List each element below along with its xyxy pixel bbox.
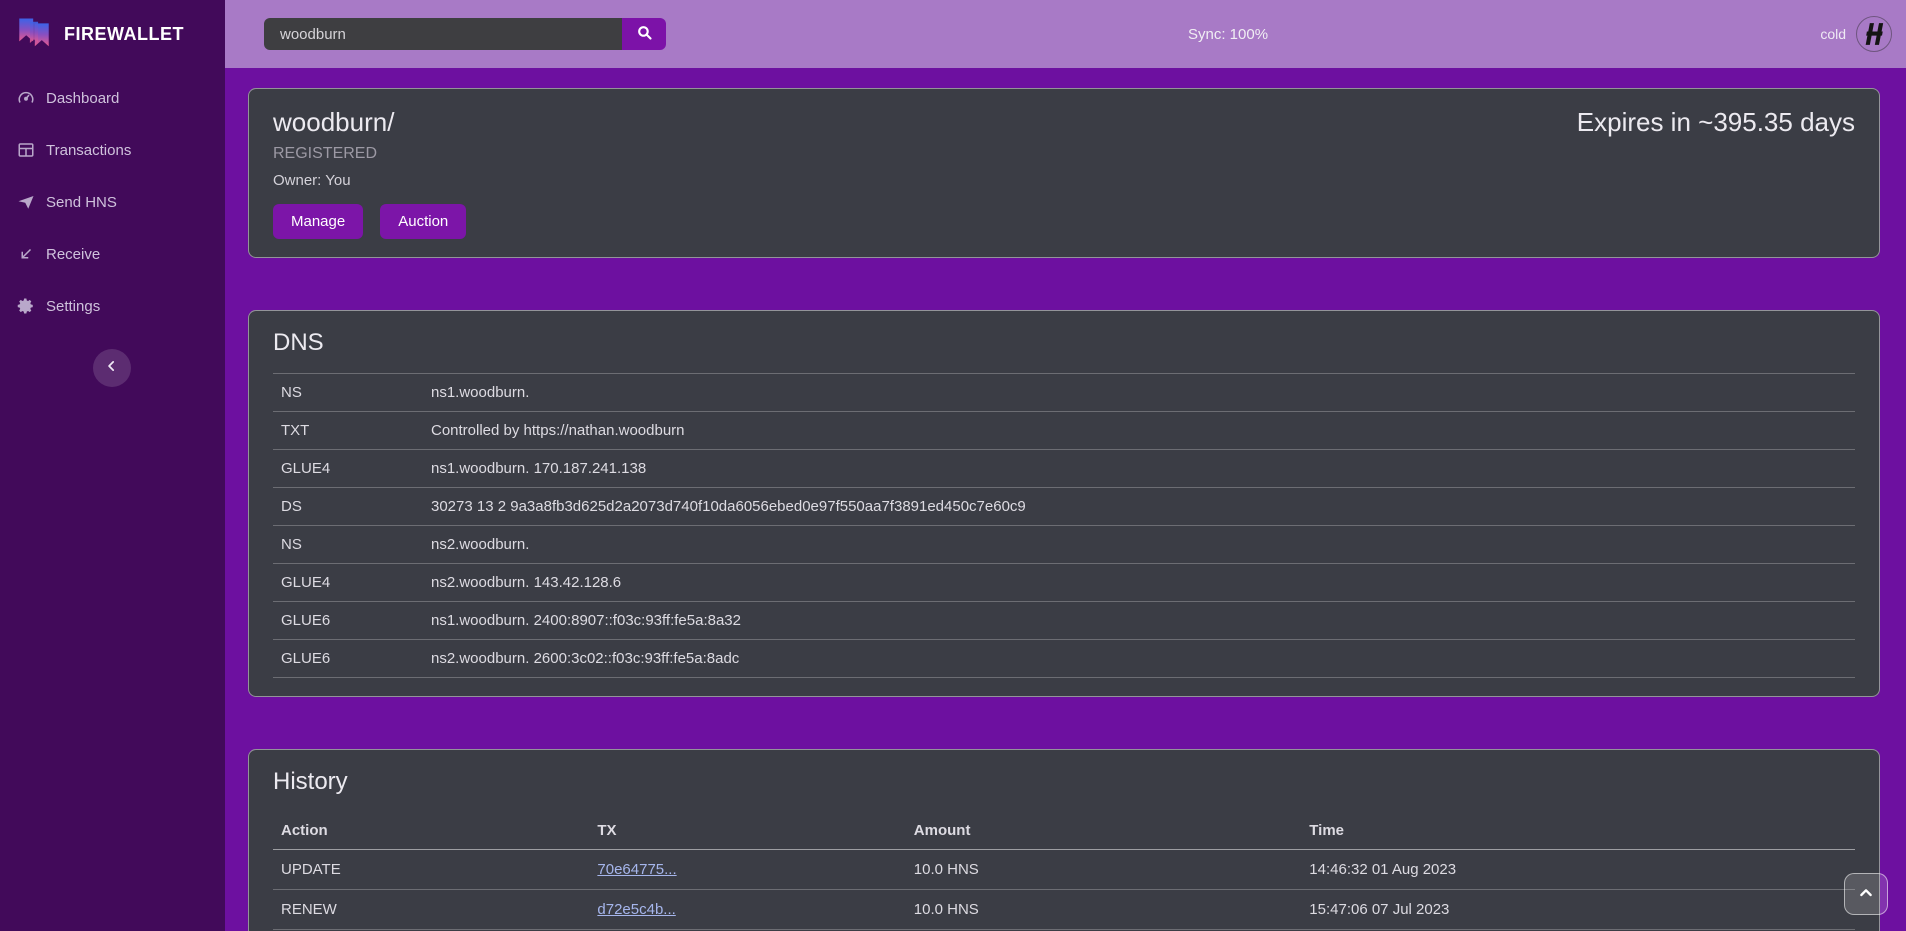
dns-record-row: GLUE4 ns1.woodburn. 170.187.241.138 — [273, 450, 1855, 488]
dns-record-type: NS — [273, 526, 423, 564]
history-header-row: Action TX Amount Time — [273, 812, 1855, 850]
dns-record-row: DS 30273 13 2 9a3a8fb3d625d2a2073d740f10… — [273, 488, 1855, 526]
domain-card: woodburn/ REGISTERED Owner: You Manage A… — [248, 88, 1880, 258]
dns-record-value: ns2.woodburn. — [423, 526, 1855, 564]
sidebar-item-label: Send HNS — [46, 194, 117, 211]
tx-link[interactable]: d72e5c4b... — [597, 901, 675, 918]
sidebar-item-label: Transactions — [46, 142, 131, 159]
dns-record-type: GLUE6 — [273, 640, 423, 678]
sidebar-collapse-button[interactable] — [93, 349, 131, 387]
sidebar-item-settings[interactable]: Settings — [0, 280, 225, 332]
dns-record-type: NS — [273, 374, 423, 412]
dns-record-row: TXT Controlled by https://nathan.woodbur… — [273, 412, 1855, 450]
dns-record-value: ns2.woodburn. 2600:3c02::f03c:93ff:fe5a:… — [423, 640, 1855, 678]
domain-owner: Owner: You — [273, 172, 466, 189]
domain-card-left: woodburn/ REGISTERED Owner: You Manage A… — [273, 107, 466, 239]
history-action: UPDATE — [273, 850, 589, 890]
chevron-left-icon — [105, 358, 119, 378]
dns-record-type: TXT — [273, 412, 423, 450]
domain-actions: Manage Auction — [273, 204, 466, 239]
search-group — [264, 18, 666, 50]
dns-record-row: NS ns1.woodburn. — [273, 374, 1855, 412]
dns-record-value: Controlled by https://nathan.woodburn — [423, 412, 1855, 450]
dns-card: DNS NS ns1.woodburn. TXT Controlled by h… — [248, 310, 1880, 697]
search-icon — [636, 24, 653, 44]
history-col-amount: Amount — [906, 812, 1302, 850]
sidebar-item-label: Dashboard — [46, 90, 119, 107]
history-amount: 10.0 HNS — [906, 850, 1302, 890]
dns-table: NS ns1.woodburn. TXT Controlled by https… — [273, 373, 1855, 678]
tx-link[interactable]: 70e64775... — [597, 861, 676, 878]
paper-plane-icon — [17, 193, 35, 211]
dns-record-type: GLUE4 — [273, 564, 423, 602]
topbar: Sync: 100% cold — [225, 0, 1906, 68]
sidebar-item-send-hns[interactable]: Send HNS — [0, 176, 225, 228]
wallet-chip: cold — [1820, 0, 1892, 68]
table-icon — [17, 141, 35, 159]
brand-name: FIREWALLET — [64, 24, 184, 45]
dns-record-value: ns1.woodburn. — [423, 374, 1855, 412]
history-action: RENEW — [273, 890, 589, 930]
dns-record-value: ns1.woodburn. 2400:8907::f03c:93ff:fe5a:… — [423, 602, 1855, 640]
sidebar-item-transactions[interactable]: Transactions — [0, 124, 225, 176]
history-card-title: History — [273, 768, 1855, 796]
history-col-tx: TX — [589, 812, 905, 850]
dns-record-type: GLUE6 — [273, 602, 423, 640]
wallet-name: cold — [1820, 26, 1846, 42]
domain-status: REGISTERED — [273, 145, 466, 163]
brand: FIREWALLET — [0, 0, 225, 68]
manage-button[interactable]: Manage — [273, 204, 363, 239]
history-col-action: Action — [273, 812, 589, 850]
sidebar-item-dashboard[interactable]: Dashboard — [0, 72, 225, 124]
domain-title: woodburn/ — [273, 107, 466, 138]
firewallet-w-logo — [16, 15, 52, 53]
gauge-icon — [17, 89, 35, 107]
expires-label: Expires in ~395.35 days — [1577, 107, 1855, 239]
arrow-down-left-icon — [17, 245, 35, 263]
sidebar-item-receive[interactable]: Receive — [0, 228, 225, 280]
search-button[interactable] — [622, 18, 666, 50]
main-content: woodburn/ REGISTERED Owner: You Manage A… — [225, 68, 1906, 931]
dns-card-title: DNS — [273, 329, 1855, 357]
history-time: 14:46:32 01 Aug 2023 — [1301, 850, 1855, 890]
sidebar: FIREWALLET Dashboard Transactions — [0, 0, 225, 931]
history-table: Action TX Amount Time UPDATE 70e64775...… — [273, 812, 1855, 930]
chevron-up-icon — [1858, 885, 1874, 904]
history-row: RENEW d72e5c4b... 10.0 HNS 15:47:06 07 J… — [273, 890, 1855, 930]
sync-status: Sync: 100% — [1188, 0, 1268, 68]
dns-record-value: ns1.woodburn. 170.187.241.138 — [423, 450, 1855, 488]
dns-record-row: GLUE4 ns2.woodburn. 143.42.128.6 — [273, 564, 1855, 602]
handshake-hns-icon[interactable] — [1856, 16, 1892, 52]
history-time: 15:47:06 07 Jul 2023 — [1301, 890, 1855, 930]
gear-icon — [17, 297, 35, 315]
dns-record-row: GLUE6 ns1.woodburn. 2400:8907::f03c:93ff… — [273, 602, 1855, 640]
dns-record-type: GLUE4 — [273, 450, 423, 488]
dns-record-row: GLUE6 ns2.woodburn. 2600:3c02::f03c:93ff… — [273, 640, 1855, 678]
sidebar-nav: Dashboard Transactions Send HNS — [0, 68, 225, 332]
auction-button[interactable]: Auction — [380, 204, 466, 239]
dns-record-type: DS — [273, 488, 423, 526]
dns-record-row: NS ns2.woodburn. — [273, 526, 1855, 564]
search-input[interactable] — [264, 18, 622, 50]
history-amount: 10.0 HNS — [906, 890, 1302, 930]
dns-record-value: 30273 13 2 9a3a8fb3d625d2a2073d740f10da6… — [423, 488, 1855, 526]
sidebar-item-label: Receive — [46, 246, 100, 263]
history-col-time: Time — [1301, 812, 1855, 850]
scroll-to-top-button[interactable] — [1844, 873, 1888, 915]
dns-record-value: ns2.woodburn. 143.42.128.6 — [423, 564, 1855, 602]
sidebar-item-label: Settings — [46, 298, 100, 315]
history-card: History Action TX Amount Time UPDATE 70e… — [248, 749, 1880, 931]
history-row: UPDATE 70e64775... 10.0 HNS 14:46:32 01 … — [273, 850, 1855, 890]
